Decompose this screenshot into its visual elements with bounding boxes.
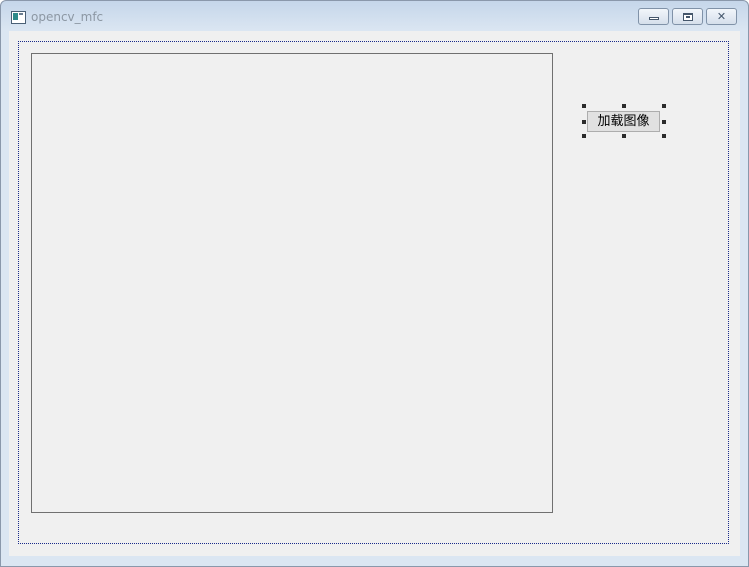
- app-icon[interactable]: [11, 11, 26, 24]
- resize-handle-middle-right[interactable]: [662, 120, 666, 124]
- resize-handle-middle-left[interactable]: [582, 120, 586, 124]
- resize-handle-top-left[interactable]: [582, 104, 586, 108]
- title-bar[interactable]: opencv_mfc ✕: [1, 1, 748, 31]
- resize-handle-bottom-center[interactable]: [622, 134, 626, 138]
- close-icon: ✕: [716, 10, 727, 23]
- resize-handle-bottom-right[interactable]: [662, 134, 666, 138]
- dialog-client-area: 加载图像: [9, 31, 740, 556]
- minimize-icon: [649, 17, 659, 20]
- resize-handle-top-center[interactable]: [622, 104, 626, 108]
- minimize-button[interactable]: [638, 8, 669, 25]
- window-title: opencv_mfc: [31, 10, 104, 24]
- resize-handle-top-right[interactable]: [662, 104, 666, 108]
- close-button[interactable]: ✕: [706, 8, 737, 25]
- application-window: opencv_mfc ✕ 加载图像: [0, 0, 749, 567]
- image-display-area[interactable]: [31, 53, 553, 513]
- maximize-button[interactable]: [672, 8, 703, 25]
- maximize-icon: [683, 13, 693, 21]
- resize-handle-bottom-left[interactable]: [582, 134, 586, 138]
- load-image-button[interactable]: 加载图像: [587, 111, 660, 132]
